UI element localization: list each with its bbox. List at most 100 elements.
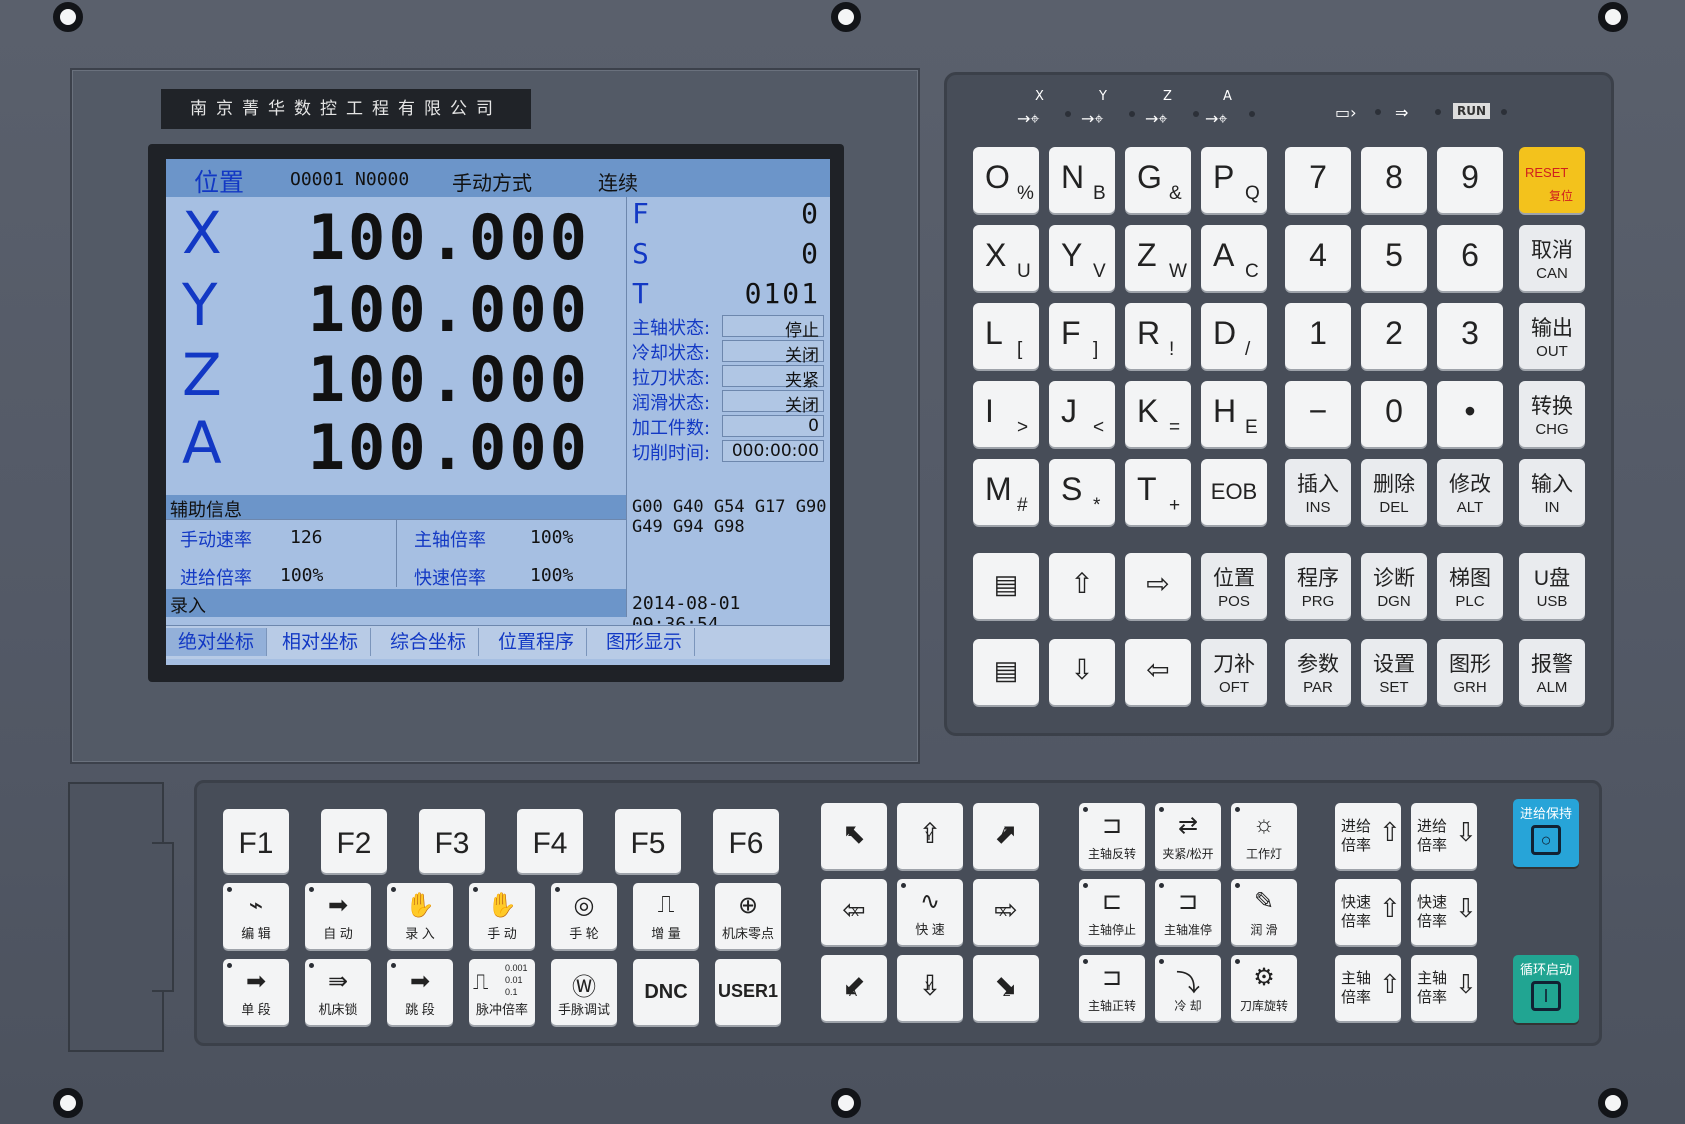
key-3[interactable]: 3 <box>1437 303 1503 369</box>
machine-zero-key[interactable]: ⊕ 机床零点 <box>715 883 781 949</box>
rapid-override-up-key[interactable]: 快速 倍率 ⇧ <box>1335 879 1401 945</box>
dgn-key[interactable]: 诊断 DGN <box>1361 553 1427 619</box>
jog-x-minus-key[interactable]: ⇦ X <box>821 879 887 945</box>
page-down-key[interactable]: ▤ <box>973 639 1039 705</box>
coolant-key[interactable]: ⤵ 冷 却 <box>1155 955 1221 1021</box>
lubrication-key[interactable]: ✎ 润 滑 <box>1231 879 1297 945</box>
key-z[interactable]: ZW <box>1125 225 1191 291</box>
tab-relative[interactable]: 相对坐标 <box>270 628 372 656</box>
machine-lock-key[interactable]: ⇛ 机床锁 <box>305 959 371 1025</box>
single-block-key[interactable]: ➡ 单 段 <box>223 959 289 1025</box>
f1-key[interactable]: F1 <box>223 809 289 873</box>
key-eob[interactable]: EOB <box>1201 459 1267 525</box>
key-minus[interactable]: − <box>1285 381 1351 447</box>
tab-absolute[interactable]: 绝对坐标 <box>166 628 268 656</box>
key-2[interactable]: 2 <box>1361 303 1427 369</box>
block-skip-key[interactable]: ➡ 跳 段 <box>387 959 453 1025</box>
pos-key[interactable]: 位置 POS <box>1201 553 1267 619</box>
rapid-key[interactable]: ∿ 快 速 <box>897 879 963 945</box>
key-l[interactable]: L[ <box>973 303 1039 369</box>
feed-override-down-key[interactable]: 进给 倍率 ⇩ <box>1411 803 1477 869</box>
spindle-orient-key[interactable]: ⊐ 主轴准停 <box>1155 879 1221 945</box>
f3-key[interactable]: F3 <box>419 809 485 873</box>
spindle-ccw-key[interactable]: ⊐ 主轴反转 <box>1079 803 1145 869</box>
grh-key[interactable]: 图形 GRH <box>1437 639 1503 705</box>
key-t[interactable]: T + <box>1125 459 1191 525</box>
cursor-left-key[interactable]: ⇦ <box>1125 639 1191 705</box>
key-6[interactable]: 6 <box>1437 225 1503 291</box>
cursor-down-key[interactable]: ⇩ <box>1049 639 1115 705</box>
dnc-key[interactable]: DNC <box>633 959 699 1025</box>
spindle-override-down-key[interactable]: 主轴 倍率 ⇩ <box>1411 955 1477 1021</box>
feed-hold-button[interactable]: 进给保持 ○ <box>1513 799 1579 867</box>
key-d[interactable]: D / <box>1201 303 1267 369</box>
tab-combined[interactable]: 综合坐标 <box>378 628 480 656</box>
edit-mode-key[interactable]: ⌁ 编 辑 <box>223 883 289 949</box>
key-9[interactable]: 9 <box>1437 147 1503 213</box>
jog-a-plus-key[interactable]: ⬈ A <box>973 803 1039 869</box>
jog-x-plus-key[interactable]: ⇨ X <box>973 879 1039 945</box>
key-h[interactable]: HE <box>1201 381 1267 447</box>
key-k[interactable]: K = <box>1125 381 1191 447</box>
tab-graphics[interactable]: 图形显示 <box>594 628 696 656</box>
rapid-override-down-key[interactable]: 快速 倍率 ⇩ <box>1411 879 1477 945</box>
key-p[interactable]: PQ <box>1201 147 1267 213</box>
auto-mode-key[interactable]: ➡ 自 动 <box>305 883 371 949</box>
cycle-start-button[interactable]: 循环启动 I <box>1513 955 1579 1023</box>
out-key[interactable]: 输出 OUT <box>1519 303 1585 369</box>
can-key[interactable]: 取消 CAN <box>1519 225 1585 291</box>
key-f[interactable]: F] <box>1049 303 1115 369</box>
key-dot[interactable]: • <box>1437 381 1503 447</box>
key-0[interactable]: 0 <box>1361 381 1427 447</box>
key-y[interactable]: YV <box>1049 225 1115 291</box>
tool-magazine-key[interactable]: ⚙ 刀库旋转 <box>1231 955 1297 1021</box>
ins-key[interactable]: 插入 INS <box>1285 459 1351 525</box>
mdi-mode-key[interactable]: ✋ 录 入 <box>387 883 453 949</box>
prg-key[interactable]: 程序 PRG <box>1285 553 1351 619</box>
alm-key[interactable]: 报警 ALM <box>1519 639 1585 705</box>
key-n[interactable]: NB <box>1049 147 1115 213</box>
set-key[interactable]: 设置 SET <box>1361 639 1427 705</box>
key-5[interactable]: 5 <box>1361 225 1427 291</box>
in-key[interactable]: 输入 IN <box>1519 459 1585 525</box>
key-4[interactable]: 4 <box>1285 225 1351 291</box>
key-s[interactable]: S * <box>1049 459 1115 525</box>
oft-key[interactable]: 刀补 OFT <box>1201 639 1267 705</box>
plc-key[interactable]: 梯图 PLC <box>1437 553 1503 619</box>
jog-a-minus-key[interactable]: ⬋ A <box>821 955 887 1021</box>
key-r[interactable]: R! <box>1125 303 1191 369</box>
feed-override-up-key[interactable]: 进给 倍率 ⇧ <box>1335 803 1401 869</box>
increment-mode-key[interactable]: ⎍ 增 量 <box>633 883 699 949</box>
jog-y-plus-key[interactable]: ⇧ Y <box>897 803 963 869</box>
key-x[interactable]: XU <box>973 225 1039 291</box>
jog-y-minus-key[interactable]: ⇩ Y <box>897 955 963 1021</box>
key-i[interactable]: I > <box>973 381 1039 447</box>
f5-key[interactable]: F5 <box>615 809 681 873</box>
key-j[interactable]: J < <box>1049 381 1115 447</box>
reset-key[interactable]: RESET 复位 <box>1519 147 1585 213</box>
f4-key[interactable]: F4 <box>517 809 583 873</box>
usb-key[interactable]: U盘 USB <box>1519 553 1585 619</box>
key-o[interactable]: O% <box>973 147 1039 213</box>
handwheel-debug-key[interactable]: Ⓦ 手脉调试 <box>551 959 617 1025</box>
spindle-override-up-key[interactable]: 主轴 倍率 ⇧ <box>1335 955 1401 1021</box>
user1-key[interactable]: USER1 <box>715 959 781 1025</box>
key-m[interactable]: M # <box>973 459 1039 525</box>
clamp-key[interactable]: ⇄ 夹紧/松开 <box>1155 803 1221 869</box>
jog-z-minus-key[interactable]: ⬉ Z <box>821 803 887 869</box>
jog-mode-key[interactable]: ✋ 手 动 <box>469 883 535 949</box>
key-g[interactable]: G & <box>1125 147 1191 213</box>
cursor-right-key[interactable]: ⇨ <box>1125 553 1191 619</box>
work-light-key[interactable]: ☼ 工作灯 <box>1231 803 1297 869</box>
spindle-cw-key[interactable]: ⊐ 主轴正转 <box>1079 955 1145 1021</box>
key-8[interactable]: 8 <box>1361 147 1427 213</box>
page-up-key[interactable]: ▤ <box>973 553 1039 619</box>
chg-key[interactable]: 转换 CHG <box>1519 381 1585 447</box>
cursor-up-key[interactable]: ⇧ <box>1049 553 1115 619</box>
handwheel-mode-key[interactable]: ◎ 手 轮 <box>551 883 617 949</box>
del-key[interactable]: 删除 DEL <box>1361 459 1427 525</box>
par-key[interactable]: 参数 PAR <box>1285 639 1351 705</box>
tab-program-position[interactable]: 位置程序 <box>486 628 588 656</box>
key-7[interactable]: 7 <box>1285 147 1351 213</box>
f2-key[interactable]: F2 <box>321 809 387 873</box>
